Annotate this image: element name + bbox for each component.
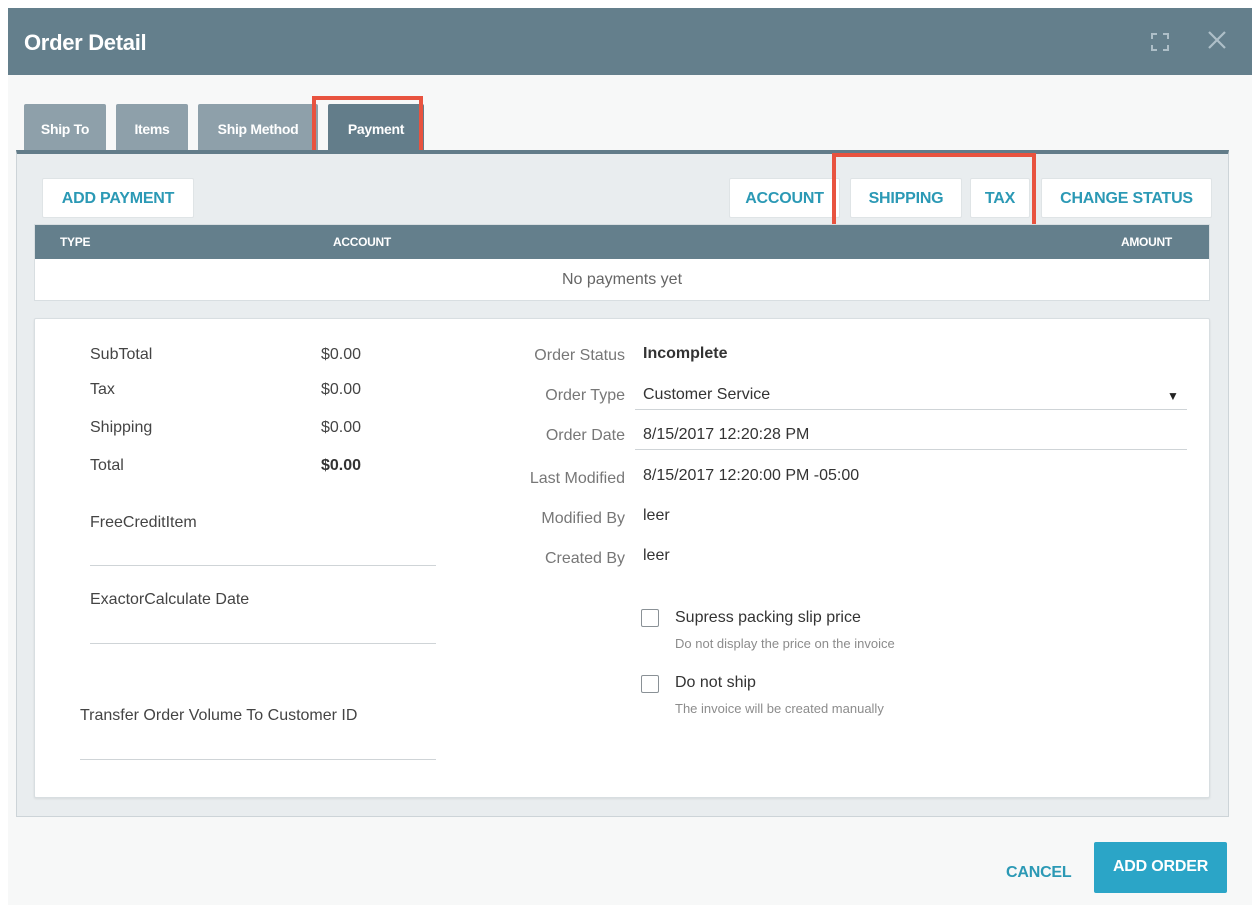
- subtotal-label: SubTotal: [90, 346, 153, 363]
- do-not-ship-checkbox[interactable]: [641, 675, 659, 693]
- order-status-label: Order Status: [534, 347, 625, 364]
- dialog-title: Order Detail: [24, 30, 147, 55]
- modified-by-value: leer: [643, 507, 670, 524]
- cancel-button[interactable]: CANCEL: [1006, 864, 1072, 882]
- transfer-order-volume-input[interactable]: [80, 759, 436, 760]
- order-summary-card: SubTotal $0.00 Tax $0.00 Shipping $0.00 …: [34, 318, 1210, 798]
- tab-ship-method[interactable]: Ship Method: [198, 104, 318, 152]
- column-amount[interactable]: AMOUNT: [1121, 235, 1172, 249]
- chevron-down-icon[interactable]: ▼: [1167, 389, 1179, 403]
- change-status-button[interactable]: CHANGE STATUS: [1041, 178, 1212, 218]
- add-order-button[interactable]: ADD ORDER: [1094, 842, 1227, 893]
- transfer-order-volume-label: Transfer Order Volume To Customer ID: [80, 707, 358, 724]
- tax-label: Tax: [90, 381, 115, 398]
- order-date-label: Order Date: [545, 427, 625, 444]
- order-date-input[interactable]: 8/15/2017 12:20:28 PM: [643, 426, 809, 444]
- subtotal-value: $0.00: [321, 346, 362, 363]
- expand-icon[interactable]: [1150, 32, 1170, 55]
- free-credit-item-input[interactable]: [90, 565, 436, 566]
- table-header: TYPE ACCOUNT AMOUNT: [35, 225, 1209, 259]
- empty-message: No payments yet: [561, 271, 683, 288]
- total-label: Total: [90, 457, 124, 474]
- created-by-label: Created By: [544, 550, 625, 567]
- created-by-value: leer: [643, 547, 670, 564]
- shipping-button[interactable]: SHIPPING: [850, 178, 962, 218]
- payments-table: TYPE ACCOUNT AMOUNT No payments yet: [34, 224, 1210, 301]
- do-not-ship-label[interactable]: Do not ship: [675, 674, 756, 692]
- add-payment-button[interactable]: ADD PAYMENT: [42, 178, 194, 218]
- total-value: $0.00: [321, 457, 362, 474]
- supress-packing-slip-label[interactable]: Supress packing slip price: [675, 609, 861, 627]
- free-credit-item-label: FreeCreditItem: [90, 514, 197, 531]
- tax-value: $0.00: [321, 381, 362, 398]
- close-icon[interactable]: [1206, 29, 1228, 52]
- order-status-value: Incomplete: [643, 345, 728, 362]
- column-type[interactable]: TYPE: [60, 235, 90, 249]
- order-type-underline: [635, 409, 1187, 410]
- account-button[interactable]: ACCOUNT: [729, 178, 840, 218]
- column-account[interactable]: ACCOUNT: [333, 235, 391, 249]
- tab-ship-to[interactable]: Ship To: [24, 104, 106, 152]
- tax-button[interactable]: TAX: [970, 178, 1030, 218]
- supress-packing-slip-checkbox[interactable]: [641, 609, 659, 627]
- order-type-select[interactable]: Customer Service: [643, 386, 770, 404]
- last-modified-label: Last Modified: [529, 470, 625, 487]
- shipping-value: $0.00: [321, 419, 362, 436]
- exactor-calculate-date-input[interactable]: [90, 643, 436, 644]
- shipping-label: Shipping: [90, 419, 153, 436]
- modified-by-label: Modified By: [541, 510, 625, 527]
- tab-payment[interactable]: Payment: [328, 104, 424, 152]
- do-not-ship-help: The invoice will be created manually: [675, 701, 884, 716]
- supress-packing-slip-help: Do not display the price on the invoice: [675, 636, 895, 651]
- exactor-calculate-date-label: ExactorCalculate Date: [90, 591, 250, 608]
- last-modified-value: 8/15/2017 12:20:00 PM -05:00: [643, 467, 860, 484]
- dialog-titlebar: Order Detail: [8, 8, 1252, 75]
- tab-items[interactable]: Items: [116, 104, 188, 152]
- order-type-label: Order Type: [545, 387, 625, 404]
- order-date-underline: [635, 449, 1187, 450]
